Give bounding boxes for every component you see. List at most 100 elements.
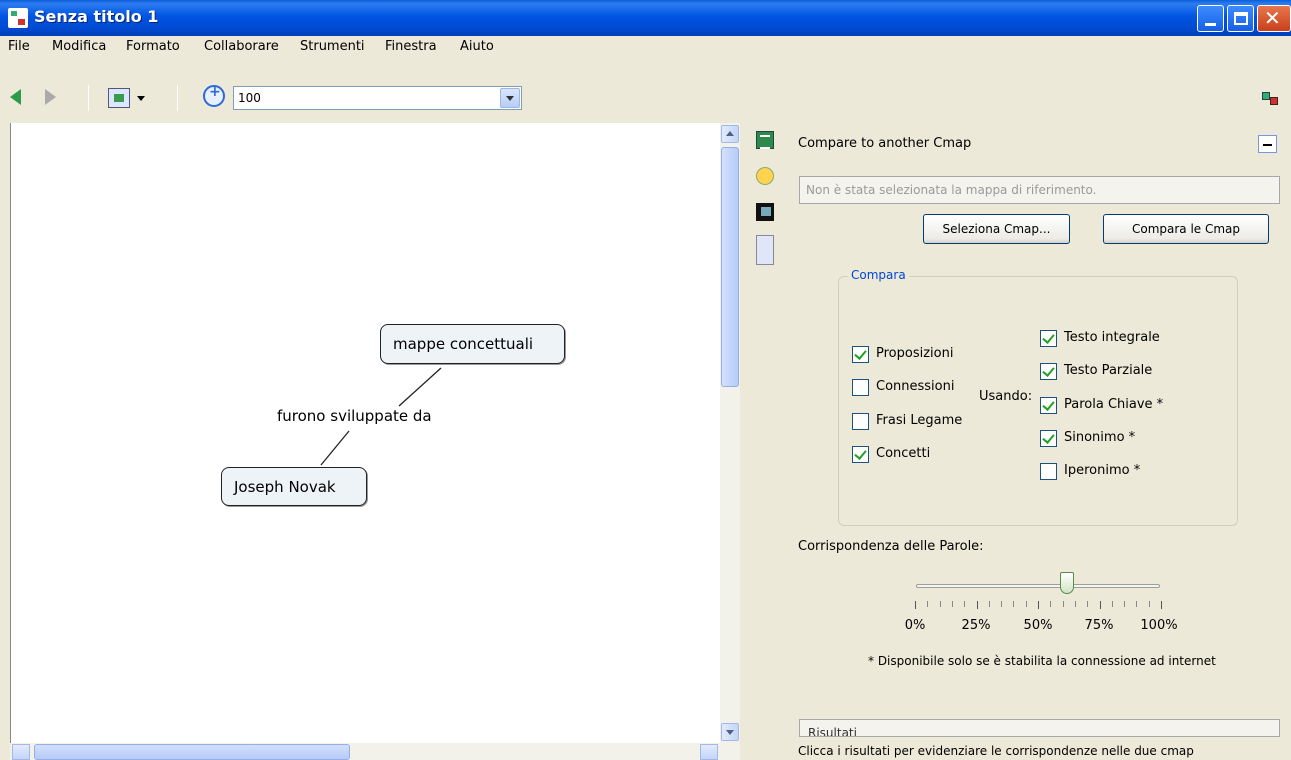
checkbox-label: Sinonimo * (1064, 430, 1136, 445)
link-line-top[interactable] (398, 367, 442, 407)
discussion-icon[interactable] (756, 167, 774, 185)
slider-tick-label: 75% (1084, 618, 1114, 633)
slider-tick (915, 601, 916, 609)
scrollbar-thumb[interactable] (721, 147, 739, 387)
checkbox-testo-parziale[interactable] (1040, 363, 1057, 380)
compare-panel: Compare to another Cmap Non è stata sele… (788, 123, 1291, 760)
checkbox-label: Parola Chiave * (1064, 397, 1164, 412)
slider-tick (964, 601, 966, 607)
slider-tick (939, 601, 941, 607)
menu-collaborare[interactable]: Collaborare (204, 39, 279, 54)
close-button[interactable]: ✕ (1257, 5, 1291, 32)
slider-tick (1062, 601, 1064, 607)
concept-label: mappe concettuali (393, 335, 534, 353)
scrollbar-thumb[interactable] (34, 744, 350, 760)
link-line-bottom[interactable] (320, 430, 350, 466)
maximize-icon (1234, 12, 1248, 25)
view-mode-icon[interactable] (108, 88, 130, 108)
slider-tick (1025, 601, 1027, 607)
scroll-right-icon[interactable] (700, 744, 718, 760)
slider-tick (1001, 601, 1003, 607)
linking-phrase[interactable]: furono sviluppate da (277, 407, 432, 425)
slider-tick (1148, 601, 1150, 607)
menu-aiuto[interactable]: Aiuto (460, 39, 494, 54)
select-cmap-button[interactable]: Seleziona Cmap... (923, 214, 1070, 244)
concept-node[interactable]: Joseph Novak (221, 467, 367, 506)
checkbox-label: Testo Parziale (1064, 363, 1153, 378)
checkbox-iperonimo[interactable] (1040, 463, 1057, 480)
compare-group-title: Compara (848, 268, 909, 282)
reference-map-placeholder: Non è stata selezionata la mappa di rife… (806, 183, 1097, 197)
slider-tick (988, 601, 990, 607)
checkbox-label: Iperonimo * (1064, 463, 1141, 478)
checkbox-label: Concetti (876, 446, 931, 461)
minimize-button[interactable] (1197, 5, 1224, 32)
slider-tick (1124, 601, 1126, 607)
presentation-icon[interactable] (756, 203, 774, 221)
panel-title: Compare to another Cmap (798, 136, 972, 151)
side-panel-tabs (752, 123, 780, 760)
scroll-left-icon[interactable] (12, 744, 30, 760)
slider-tick-label: 100% (1140, 618, 1178, 633)
slider-tick (1050, 601, 1052, 607)
concept-node[interactable]: mappe concettuali (380, 324, 565, 364)
cmap-canvas[interactable]: mappe concettuali furono sviluppate da J… (10, 123, 720, 743)
scroll-up-icon[interactable] (721, 125, 739, 143)
zoom-icon[interactable] (203, 84, 225, 107)
slider-tick (1013, 601, 1015, 607)
results-box[interactable]: Risultati (799, 719, 1280, 737)
checkbox-connessioni[interactable] (852, 379, 869, 396)
reference-map-field[interactable]: Non è stata selezionata la mappa di rife… (799, 176, 1280, 204)
slider-tick (927, 601, 929, 607)
checkbox-label: Connessioni (876, 379, 955, 394)
slider-tick (1111, 601, 1113, 607)
checkbox-sinonimo[interactable] (1040, 430, 1057, 447)
menu-finestra[interactable]: Finestra (385, 39, 437, 54)
slider-thumb[interactable] (1060, 572, 1075, 594)
vertical-scrollbar[interactable] (720, 123, 740, 743)
slider-tick (1087, 601, 1089, 607)
maximize-button[interactable] (1227, 5, 1254, 32)
compare-groupbox (838, 276, 1238, 526)
menu-strumenti[interactable]: Strumenti (300, 39, 365, 54)
cmap-tools-icon[interactable] (1262, 89, 1278, 105)
connection-lines (320, 367, 442, 466)
forward-arrow-icon[interactable] (45, 89, 56, 105)
slider-tick-label: 50% (1023, 618, 1053, 633)
view-mode-dropdown-icon[interactable] (137, 96, 145, 101)
slider-tick-label: 25% (961, 618, 991, 633)
compare-cmap-icon[interactable] (756, 235, 774, 265)
checkbox-frasi-legame[interactable] (852, 413, 869, 430)
minimize-icon (1205, 23, 1216, 26)
word-match-label: Corrispondenza delle Parole: (798, 539, 984, 554)
checkbox-testo-integrale[interactable] (1040, 330, 1057, 347)
compare-cmaps-button[interactable]: Compara le Cmap (1103, 214, 1269, 244)
checkbox-concetti[interactable] (852, 446, 869, 463)
menu-modifica[interactable]: Modifica (52, 39, 106, 54)
horizontal-scrollbar[interactable] (10, 743, 740, 760)
slider-tick (1038, 601, 1039, 609)
toolbar: 100 (0, 58, 1291, 123)
menu-file[interactable]: File (8, 39, 30, 54)
word-match-slider[interactable] (916, 584, 1160, 588)
results-title: Risultati (808, 726, 857, 737)
toolbar-separator (88, 85, 89, 111)
scroll-down-icon[interactable] (721, 723, 739, 741)
cmap-app-icon (8, 8, 28, 28)
checkbox-proposizioni[interactable] (852, 346, 869, 363)
slider-tick (951, 601, 953, 607)
window-title: Senza titolo 1 (34, 7, 159, 26)
internet-note: * Disponibile solo se è stabilita la con… (868, 654, 1216, 668)
title-bar[interactable]: Senza titolo 1 ✕ (0, 0, 1291, 36)
slider-ticks (915, 601, 1162, 609)
checkbox-parola-chiave[interactable] (1040, 397, 1057, 414)
zoom-dropdown-icon[interactable] (500, 88, 520, 108)
slider-tick (1136, 601, 1138, 607)
back-arrow-icon[interactable] (10, 89, 21, 105)
collapse-icon[interactable] (1258, 135, 1277, 153)
menu-formato[interactable]: Formato (126, 39, 180, 54)
zoom-combobox[interactable]: 100 (233, 86, 522, 110)
checkbox-label: Frasi Legame (876, 413, 963, 428)
slider-tick (1074, 601, 1076, 607)
info-book-icon[interactable] (756, 131, 774, 149)
